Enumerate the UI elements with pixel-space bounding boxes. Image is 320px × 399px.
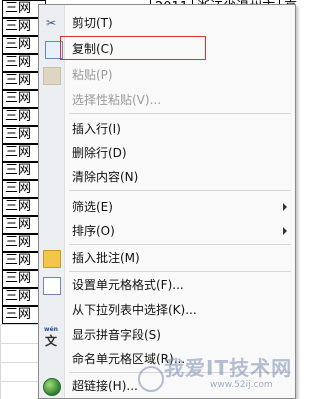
copy-icon bbox=[41, 39, 63, 59]
menu-item-label: 排序(O) bbox=[72, 224, 115, 238]
menu-item-label: 从下拉列表中选择(K)... bbox=[72, 303, 197, 317]
phonetic-icon: wén 文 bbox=[43, 326, 59, 349]
menu-item-paste-special[interactable]: 选择性粘贴(V)... bbox=[39, 90, 295, 110]
menu-item-label: 剪切(T) bbox=[72, 16, 113, 30]
menu-item-insert-row[interactable]: 插入行(I) bbox=[39, 119, 295, 139]
menu-item-label: 筛选(E) bbox=[72, 200, 113, 214]
menu-separator bbox=[69, 372, 291, 373]
scissors-icon: ✂ bbox=[45, 16, 57, 30]
hyperlink-icon bbox=[43, 378, 61, 396]
menu-item-filter[interactable]: 筛选(E) bbox=[39, 197, 295, 217]
menu-item-cut[interactable]: ✂ 剪切(T) bbox=[39, 13, 295, 33]
menu-item-label: 插入行(I) bbox=[72, 122, 121, 136]
phonetic-icon-top-text: wén bbox=[44, 326, 58, 333]
menu-item-label: 设置单元格格式(F)... bbox=[72, 278, 184, 292]
menu-item-label: 清除内容(N) bbox=[72, 170, 139, 184]
highlight-box bbox=[60, 36, 206, 60]
context-menu: ✂ 剪切(T) 复制(C) 粘贴(P) 选择性粘贴(V)... 插入行(I) 删… bbox=[38, 4, 296, 399]
menu-item-label: 显示拼音字段(S) bbox=[72, 328, 161, 342]
menu-item-format-cells[interactable]: 设置单元格格式(F)... bbox=[39, 275, 295, 295]
menu-separator bbox=[69, 271, 291, 272]
menu-item-label: 插入批注(M) bbox=[72, 251, 140, 265]
menu-separator bbox=[69, 113, 291, 114]
format-cells-icon bbox=[43, 277, 61, 295]
menu-item-paste[interactable]: 粘贴(P) bbox=[39, 65, 295, 85]
menu-item-label: 命名单元格区域(R)... bbox=[72, 352, 186, 366]
menu-item-define-name[interactable]: 命名单元格区域(R)... bbox=[39, 349, 295, 369]
menu-item-show-phonetic[interactable]: wén 文 显示拼音字段(S) bbox=[39, 325, 295, 349]
menu-item-label: 删除行(D) bbox=[72, 146, 127, 160]
menu-item-clear-contents[interactable]: 清除内容(N) bbox=[39, 167, 295, 187]
submenu-arrow-icon bbox=[283, 227, 287, 235]
menu-item-label: 超链接(H)... bbox=[72, 379, 138, 393]
menu-item-pick-from-list[interactable]: 从下拉列表中选择(K)... bbox=[39, 300, 295, 320]
paste-icon bbox=[43, 67, 61, 85]
menu-item-delete-row[interactable]: 删除行(D) bbox=[39, 143, 295, 163]
insert-comment-icon bbox=[43, 250, 61, 268]
menu-separator bbox=[69, 190, 291, 191]
submenu-arrow-icon bbox=[283, 203, 287, 211]
menu-item-hyperlink[interactable]: 超链接(H)... bbox=[39, 376, 295, 396]
menu-separator bbox=[69, 244, 291, 245]
menu-item-sort[interactable]: 排序(O) bbox=[39, 221, 295, 241]
menu-item-insert-comment[interactable]: 插入批注(M) bbox=[39, 248, 295, 268]
phonetic-icon-main-text: 文 bbox=[44, 334, 57, 348]
menu-item-label: 选择性粘贴(V)... bbox=[72, 93, 162, 107]
menu-item-label: 粘贴(P) bbox=[72, 68, 113, 82]
